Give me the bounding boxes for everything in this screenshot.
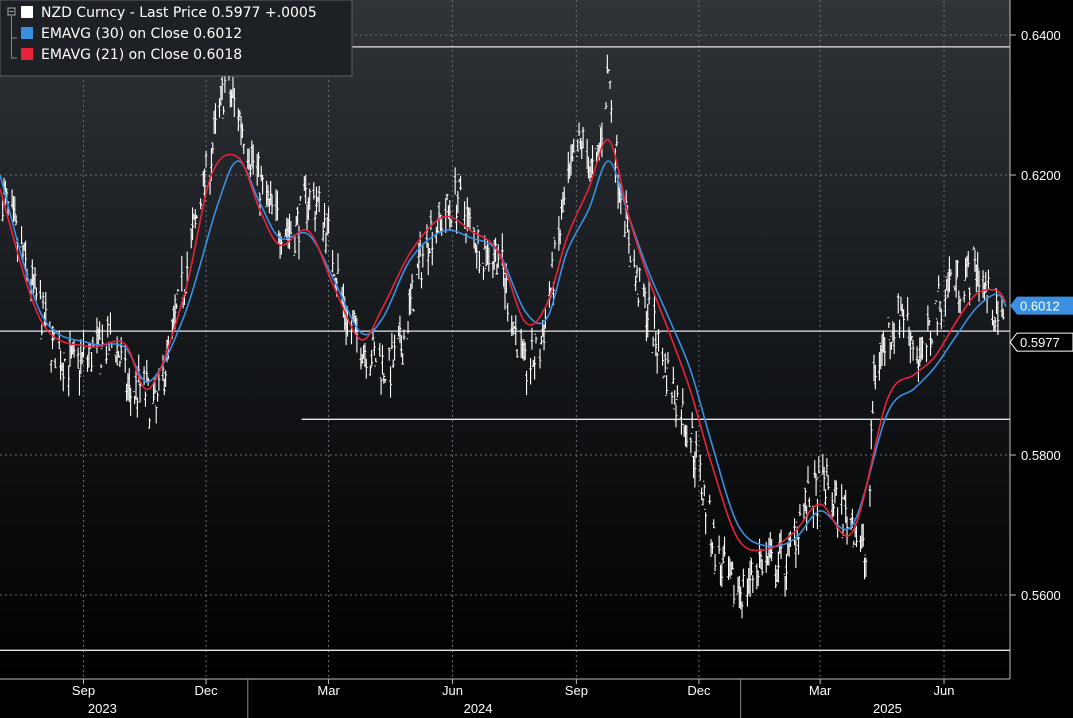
y-tick-label: 0.6200 xyxy=(1021,168,1061,183)
year-label: 2024 xyxy=(464,701,493,716)
x-tick-label: Jun xyxy=(442,683,463,698)
price-tag-label: 0.5977 xyxy=(1020,335,1060,350)
legend-entry: NZD Curncy - Last Price 0.5977 +.0005 xyxy=(41,5,317,21)
nzd-price-chart: 0.6400 0.6200 0.5800 0.5600 Sep Dec Mar Jun Sep… xyxy=(0,0,1073,718)
y-tick-label: 0.5800 xyxy=(1021,448,1061,463)
legend-entry: EMAVG (30) on Close 0.6012 xyxy=(41,26,242,42)
x-tick-label: Jun xyxy=(934,683,955,698)
x-tick-label: Dec xyxy=(194,683,218,698)
legend-swatch xyxy=(21,6,33,18)
x-tick-label: Mar xyxy=(809,683,832,698)
ema30-price-tag: 0.6012 xyxy=(1010,296,1073,315)
legend: NZD Curncy - Last Price 0.5977 +.0005 EMA… xyxy=(0,0,353,77)
last-price-tag: 0.5977 xyxy=(1009,332,1073,352)
x-tick-label: Dec xyxy=(687,683,711,698)
year-label: 2025 xyxy=(873,701,902,716)
y-tick-label: 0.6400 xyxy=(1021,28,1061,43)
x-tick-label: Sep xyxy=(72,683,95,698)
x-tick-label: Sep xyxy=(565,683,588,698)
y-tick-label: 0.5600 xyxy=(1021,588,1061,603)
year-label: 2023 xyxy=(88,701,117,716)
plot-area xyxy=(0,0,1010,679)
price-tag-label: 0.6012 xyxy=(1020,299,1060,314)
legend-swatch xyxy=(21,48,33,60)
legend-swatch xyxy=(21,27,33,39)
legend-entry: EMAVG (21) on Close 0.6018 xyxy=(41,47,242,63)
x-tick-label: Mar xyxy=(317,683,340,698)
